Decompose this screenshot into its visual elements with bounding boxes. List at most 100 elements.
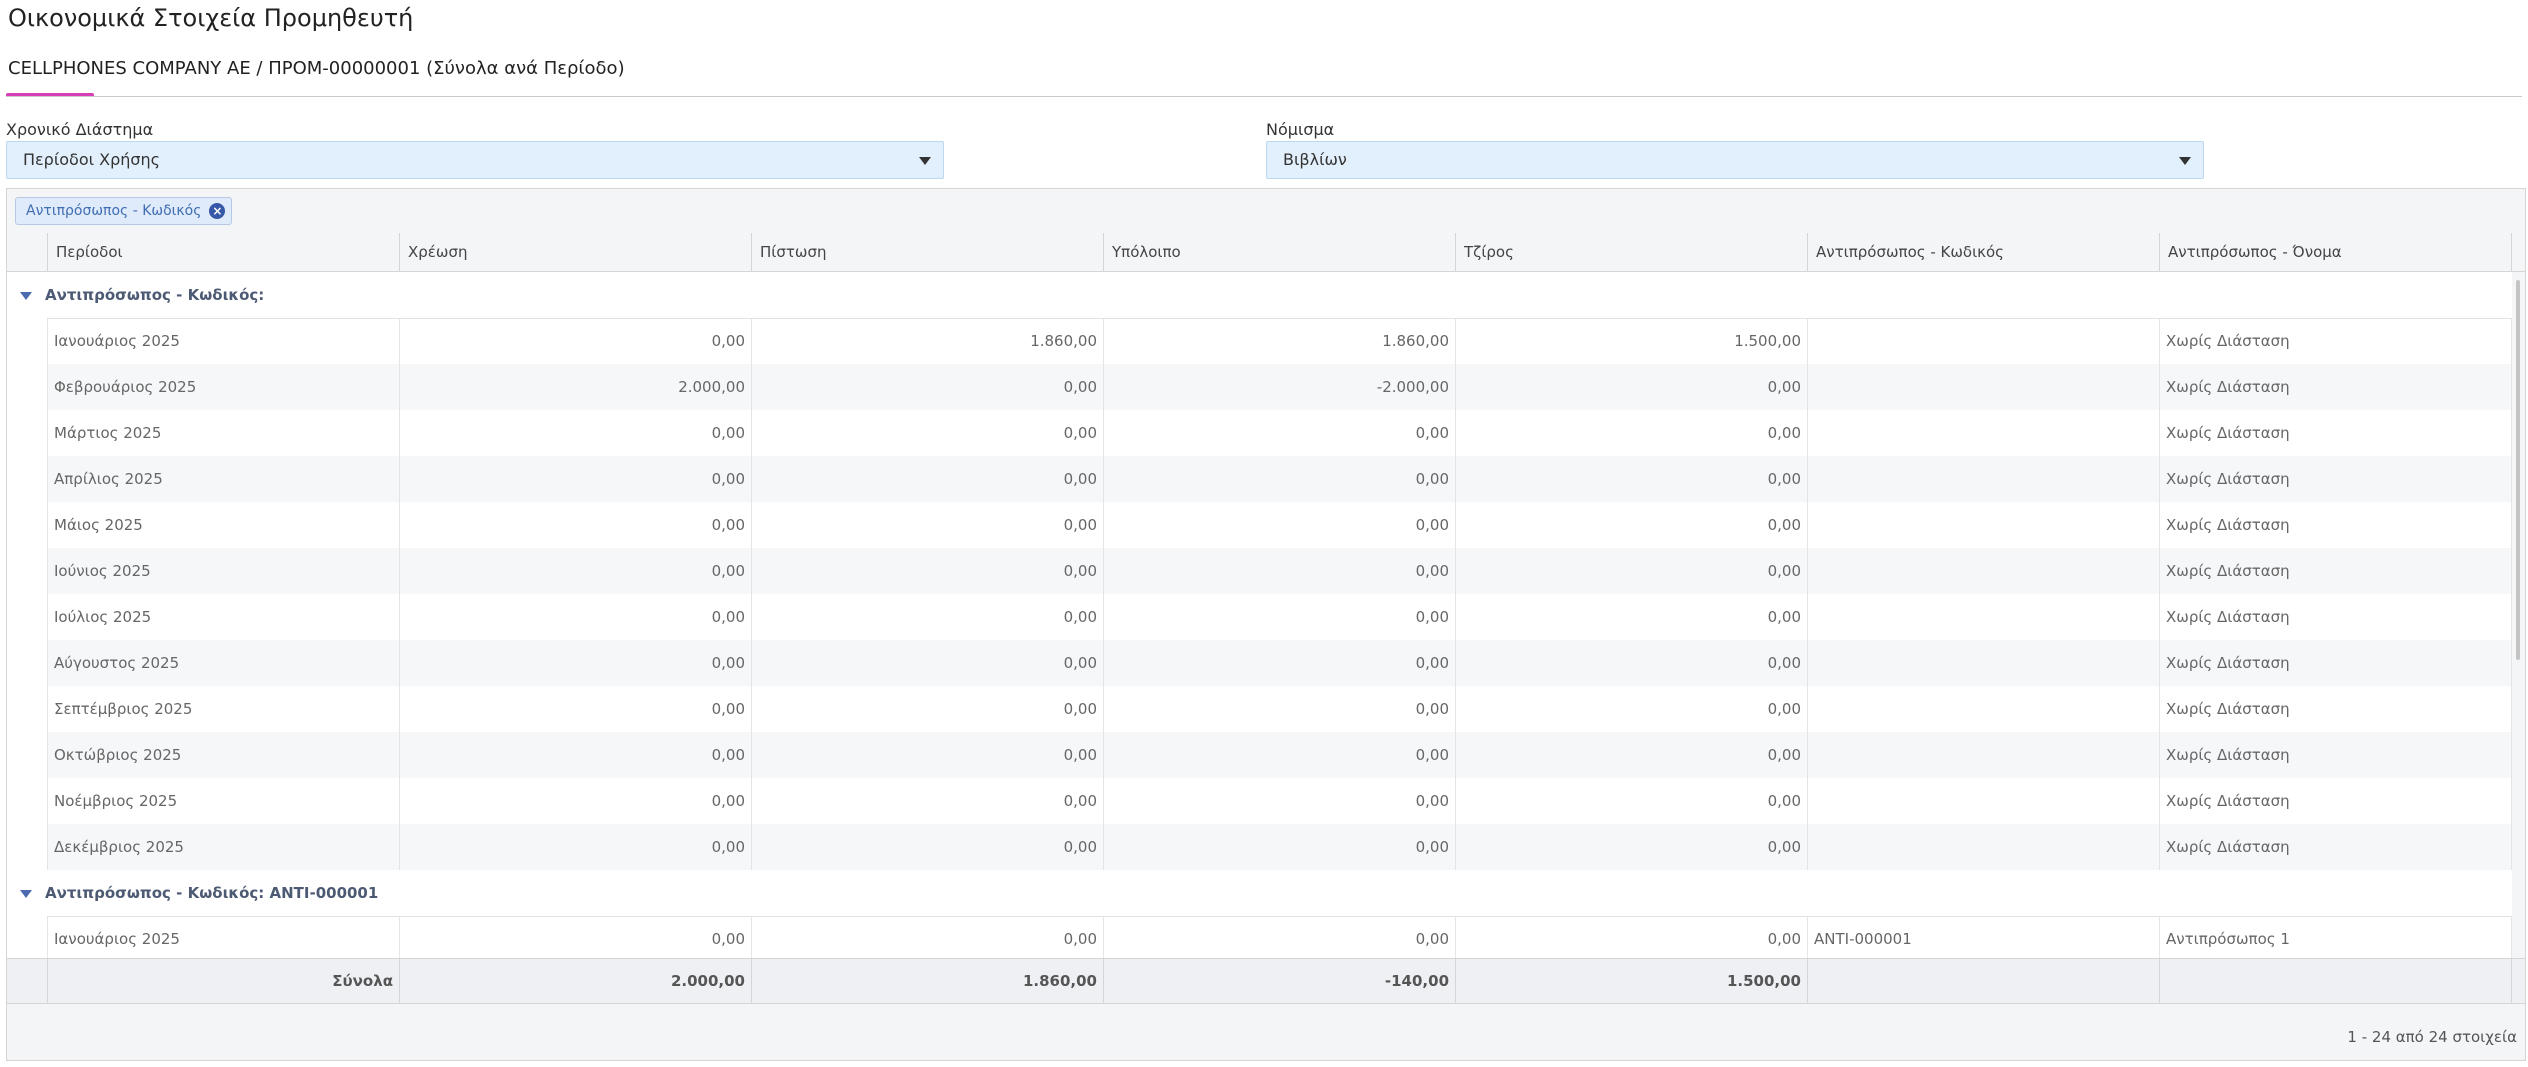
- cell-balance: 0,00: [1104, 548, 1456, 594]
- column-header-agent-code[interactable]: Αντιπρόσωπος - Κωδικός: [1808, 233, 2160, 271]
- cell-balance: 0,00: [1104, 778, 1456, 824]
- period-label: Χρονικό Διάστημα: [6, 120, 154, 139]
- total-credit: 1.860,00: [752, 959, 1104, 1003]
- grid-header: Περίοδοι Χρέωση Πίστωση Υπόλοιπο Τζίρος Αντιπ…: [7, 233, 2525, 272]
- row-indent-cell: [7, 686, 48, 732]
- cell-balance: -2.000,00: [1104, 364, 1456, 410]
- data-grid: Αντιπρόσωπος - Κωδικός × Περίοδοι Χρέωση Π…: [6, 188, 2526, 1061]
- cell-turnover: 0,00: [1456, 410, 1808, 456]
- vertical-scrollbar[interactable]: [2512, 272, 2525, 958]
- cell-debit: 0,00: [400, 778, 752, 824]
- cell-agent-name: Χωρίς Διάσταση: [2160, 686, 2512, 732]
- tab-divider: [6, 96, 2522, 97]
- cell-agent-code: [1808, 594, 2160, 640]
- currency-label: Νόμισμα: [1266, 120, 1335, 139]
- cell-credit: 0,00: [752, 456, 1104, 502]
- cell-balance: 0,00: [1104, 410, 1456, 456]
- row-indent-cell: [7, 502, 48, 548]
- page-title: Οικονομικά Στοιχεία Προμηθευτή: [8, 4, 414, 32]
- total-debit: 2.000,00: [400, 959, 752, 1003]
- period-select-value: Περίοδοι Χρήσης: [23, 150, 161, 169]
- cell-debit: 0,00: [400, 824, 752, 870]
- cell-period: Μάρτιος 2025: [48, 410, 400, 456]
- cell-period: Νοέμβριος 2025: [48, 778, 400, 824]
- cell-agent-name: Χωρίς Διάσταση: [2160, 410, 2512, 456]
- cell-agent-name: Χωρίς Διάσταση: [2160, 640, 2512, 686]
- table-row[interactable]: Ιανουάριος 2025 0,00 1.860,00 1.860,00 1.500…: [7, 318, 2512, 364]
- cell-turnover: 0,00: [1456, 640, 1808, 686]
- column-header-credit[interactable]: Πίστωση: [752, 233, 1104, 271]
- cell-credit: 0,00: [752, 778, 1104, 824]
- grid-body: Αντιπρόσωπος - Κωδικός: Ιανουάριος 2025 0,…: [7, 272, 2512, 958]
- cell-balance: 1.860,00: [1104, 318, 1456, 364]
- group-row[interactable]: Αντιπρόσωπος - Κωδικός: ANTI-000001: [7, 870, 2512, 917]
- column-header-agent-name[interactable]: Αντιπρόσωπος - Όνομα: [2160, 233, 2512, 271]
- row-indent-cell: [7, 732, 48, 778]
- cell-agent-code: [1808, 732, 2160, 778]
- cell-period: Δεκέμβριος 2025: [48, 824, 400, 870]
- cell-turnover: 1.500,00: [1456, 318, 1808, 364]
- cell-agent-name: Χωρίς Διάσταση: [2160, 502, 2512, 548]
- cell-turnover: 0,00: [1456, 916, 1808, 958]
- table-row[interactable]: Αύγουστος 2025 0,00 0,00 0,00 0,00 Χωρίς Διάσ…: [7, 640, 2512, 686]
- group-chip[interactable]: Αντιπρόσωπος - Κωδικός ×: [15, 197, 233, 225]
- cell-balance: 0,00: [1104, 732, 1456, 778]
- scrollbar-thumb[interactable]: [2516, 280, 2520, 660]
- column-header-period[interactable]: Περίοδοι: [48, 233, 400, 271]
- cell-credit: 0,00: [752, 502, 1104, 548]
- cell-period: Ιανουάριος 2025: [48, 318, 400, 364]
- column-header-turnover[interactable]: Τζίρος: [1456, 233, 1808, 271]
- total-agent-code: [1808, 959, 2160, 1003]
- cell-balance: 0,00: [1104, 686, 1456, 732]
- cell-agent-code: [1808, 778, 2160, 824]
- total-balance: -140,00: [1104, 959, 1456, 1003]
- table-row[interactable]: Νοέμβριος 2025 0,00 0,00 0,00 0,00 Χωρίς Διάσ…: [7, 778, 2512, 824]
- row-indent-cell: [7, 456, 48, 502]
- table-row[interactable]: Δεκέμβριος 2025 0,00 0,00 0,00 0,00 Χωρίς Διά…: [7, 824, 2512, 870]
- caret-down-icon[interactable]: [20, 890, 32, 898]
- group-row[interactable]: Αντιπρόσωπος - Κωδικός:: [7, 272, 2512, 319]
- cell-credit: 0,00: [752, 594, 1104, 640]
- cell-credit: 0,00: [752, 916, 1104, 958]
- cell-credit: 0,00: [752, 824, 1104, 870]
- table-row[interactable]: Ιανουάριος 2025 0,00 0,00 0,00 0,00 ANTI-0000…: [7, 916, 2512, 958]
- close-circle-icon[interactable]: ×: [209, 203, 226, 219]
- cell-period: Ιούλιος 2025: [48, 594, 400, 640]
- header-indent-cell: [7, 233, 48, 271]
- table-row[interactable]: Οκτώβριος 2025 0,00 0,00 0,00 0,00 Χωρίς Διάσ…: [7, 732, 2512, 778]
- cell-credit: 0,00: [752, 548, 1104, 594]
- page-subtitle-tab[interactable]: CELLPHONES COMPANY AE / ΠΡΟΜ-00000001 (Σ…: [8, 58, 625, 79]
- currency-select[interactable]: Βιβλίων: [1266, 141, 2204, 179]
- table-row[interactable]: Ιούνιος 2025 0,00 0,00 0,00 0,00 Χωρίς Διάστα…: [7, 548, 2512, 594]
- cell-balance: 0,00: [1104, 640, 1456, 686]
- cell-debit: 0,00: [400, 640, 752, 686]
- caret-down-icon[interactable]: [20, 292, 32, 300]
- table-row[interactable]: Μάιος 2025 0,00 0,00 0,00 0,00 Χωρίς Διάσταση: [7, 502, 2512, 548]
- column-header-balance[interactable]: Υπόλοιπο: [1104, 233, 1456, 271]
- cell-debit: 0,00: [400, 732, 752, 778]
- cell-period: Σεπτέμβριος 2025: [48, 686, 400, 732]
- cell-balance: 0,00: [1104, 594, 1456, 640]
- cell-agent-code: [1808, 456, 2160, 502]
- cell-agent-code: [1808, 686, 2160, 732]
- row-indent-cell: [7, 410, 48, 456]
- cell-balance: 0,00: [1104, 916, 1456, 958]
- cell-balance: 0,00: [1104, 456, 1456, 502]
- table-row[interactable]: Μάρτιος 2025 0,00 0,00 0,00 0,00 Χωρίς Διάστα…: [7, 410, 2512, 456]
- cell-turnover: 0,00: [1456, 824, 1808, 870]
- caret-down-icon: [919, 157, 931, 165]
- cell-agent-name: Χωρίς Διάσταση: [2160, 364, 2512, 410]
- table-row[interactable]: Φεβρουάριος 2025 2.000,00 0,00 -2.000,00 0,0…: [7, 364, 2512, 410]
- table-row[interactable]: Απρίλιος 2025 0,00 0,00 0,00 0,00 Χωρίς Διάστ…: [7, 456, 2512, 502]
- row-indent-cell: [7, 778, 48, 824]
- cell-credit: 0,00: [752, 640, 1104, 686]
- group-chip-label: Αντιπρόσωπος - Κωδικός: [26, 203, 202, 219]
- column-header-debit[interactable]: Χρέωση: [400, 233, 752, 271]
- cell-agent-code: [1808, 502, 2160, 548]
- table-row[interactable]: Σεπτέμβριος 2025 0,00 0,00 0,00 0,00 Χωρίς Δι…: [7, 686, 2512, 732]
- period-select[interactable]: Περίοδοι Χρήσης: [6, 141, 944, 179]
- cell-debit: 0,00: [400, 548, 752, 594]
- group-panel: Αντιπρόσωπος - Κωδικός ×: [7, 189, 2525, 234]
- table-row[interactable]: Ιούλιος 2025 0,00 0,00 0,00 0,00 Χωρίς Διάστα…: [7, 594, 2512, 640]
- cell-turnover: 0,00: [1456, 548, 1808, 594]
